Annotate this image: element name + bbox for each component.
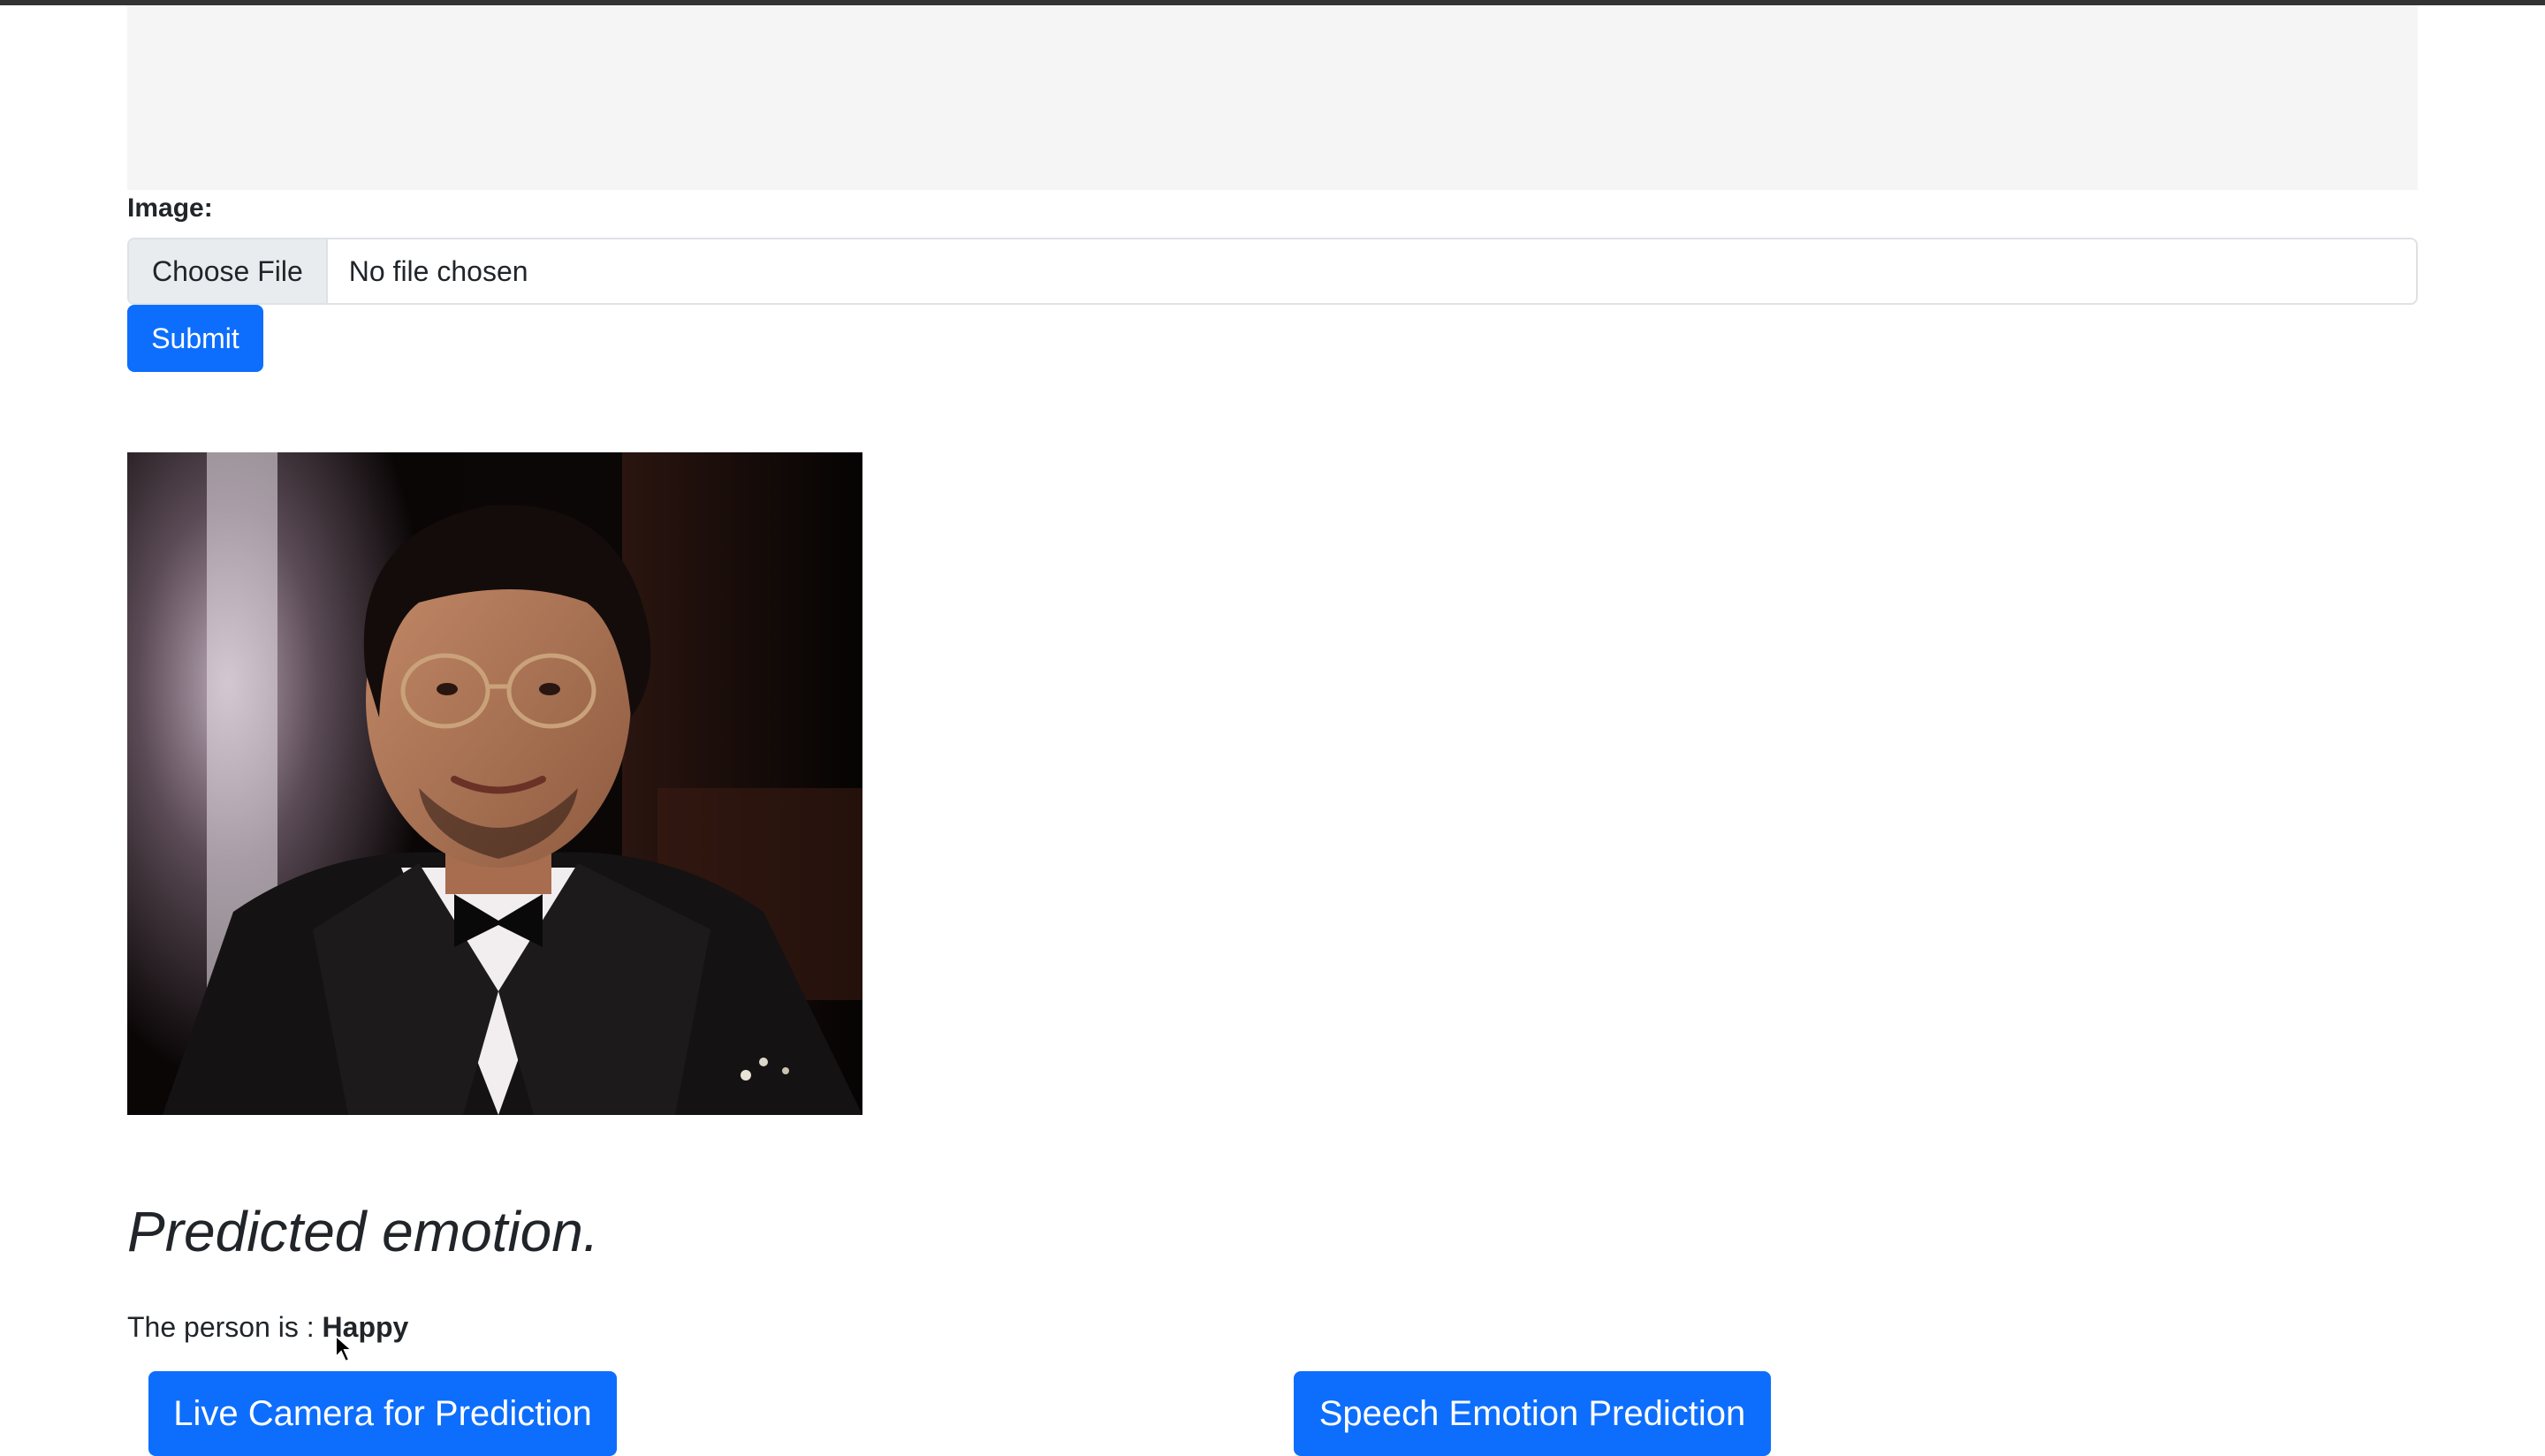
page-container: Image: Choose File No file chosen Submit — [127, 5, 2418, 1456]
prediction-result-text: The person is : Happy — [127, 1309, 408, 1345]
speech-emotion-button[interactable]: Speech Emotion Prediction — [1294, 1371, 1771, 1456]
file-status-text: No file chosen — [348, 254, 528, 287]
mouse-cursor-icon — [335, 1334, 354, 1363]
submit-button[interactable]: Submit — [127, 305, 263, 372]
live-camera-button[interactable]: Live Camera for Prediction — [148, 1371, 617, 1456]
predicted-emotion-heading: Predicted emotion. — [127, 1200, 599, 1263]
uploaded-portrait-image — [127, 452, 862, 1115]
image-field-label: Image: — [127, 193, 213, 223]
choose-file-button[interactable]: Choose File — [129, 239, 328, 303]
image-file-input[interactable]: Choose File No file chosen — [127, 238, 2418, 305]
header-banner — [127, 5, 2418, 190]
result-prefix: The person is : — [127, 1311, 315, 1343]
portrait-illustration — [127, 452, 862, 1115]
